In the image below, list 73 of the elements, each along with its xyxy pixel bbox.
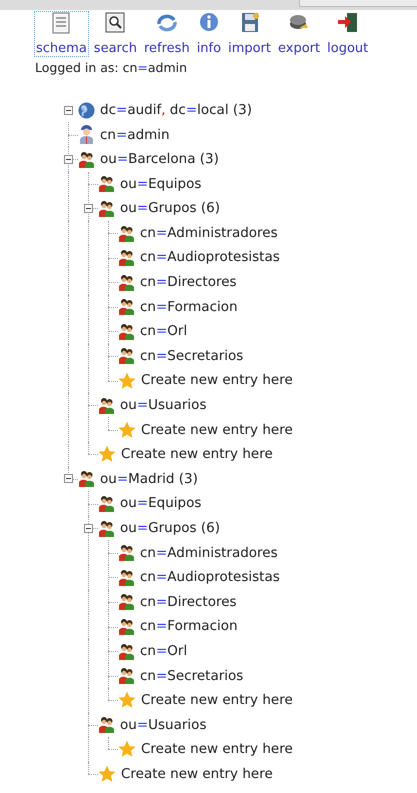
collapse-toggle[interactable] — [84, 524, 92, 533]
group-icon — [118, 593, 135, 610]
entry-label[interactable]: cn=Directores — [140, 592, 237, 612]
group-icon — [98, 175, 115, 192]
toolbar-link[interactable]: logout — [326, 12, 370, 56]
entry-label[interactable]: cn=admin — [100, 124, 170, 145]
entry-label[interactable]: ou=Grupos (6) — [120, 518, 220, 538]
group-icon — [78, 150, 95, 168]
group-icon — [98, 495, 115, 512]
create-entry-link[interactable]: Create new entry here — [141, 690, 293, 710]
group-icon — [118, 298, 135, 316]
create-entry-link[interactable]: Create new entry here — [121, 764, 273, 784]
collapse-toggle[interactable] — [84, 204, 92, 213]
entry-label[interactable]: ou=Equipos — [120, 493, 202, 514]
entry-label[interactable]: cn=Formacion — [140, 616, 238, 637]
login-status: Logged in as: cn=admin — [34, 59, 188, 77]
entry-label[interactable]: cn=Secretarios — [140, 666, 244, 686]
group-icon — [118, 667, 135, 684]
star-icon — [118, 372, 136, 390]
star-icon — [98, 445, 116, 464]
group-icon — [118, 322, 135, 340]
toolbar-link[interactable]: refresh — [142, 12, 191, 56]
group-icon — [98, 716, 115, 734]
refresh-icon — [154, 12, 179, 34]
group-icon — [118, 224, 135, 242]
group-icon — [98, 520, 115, 537]
entry-label[interactable]: cn=Audioprotesistas — [140, 567, 280, 588]
toolbar-link[interactable]: import — [227, 12, 272, 56]
create-entry-link[interactable]: Create new entry here — [141, 739, 293, 760]
toolbar-link[interactable]: info — [196, 12, 222, 56]
group-icon — [118, 568, 135, 586]
entry-label[interactable]: cn=Administradores — [140, 542, 278, 563]
create-entry-link[interactable]: Create new entry here — [141, 370, 293, 391]
star-icon — [98, 765, 116, 784]
entry-label[interactable]: ou=Grupos (6) — [120, 198, 220, 219]
horizontal-scrollbar[interactable] — [299, 0, 417, 7]
entry-label[interactable]: ou=Usuarios — [120, 395, 206, 416]
entry-label[interactable]: cn=Formacion — [140, 296, 238, 317]
group-icon — [118, 618, 135, 636]
entry-label[interactable]: ou=Barcelona (3) — [100, 149, 219, 170]
star-icon — [118, 420, 136, 439]
star-icon — [118, 691, 136, 710]
group-icon — [118, 544, 135, 562]
group-icon — [118, 274, 135, 291]
entry-label[interactable]: cn=Orl — [140, 321, 188, 342]
collapse-toggle[interactable] — [64, 474, 72, 484]
group-icon — [98, 200, 115, 217]
group-icon — [118, 347, 135, 364]
entry-label[interactable]: ou=Equipos — [120, 174, 202, 194]
group-icon — [78, 470, 95, 488]
toolbar-link[interactable]: schema — [35, 12, 88, 56]
star-icon — [118, 740, 136, 758]
create-entry-link[interactable]: Create new entry here — [141, 420, 293, 440]
entry-label[interactable]: ou=Usuarios — [120, 714, 206, 736]
entry-label[interactable]: ou=Madrid (3) — [100, 468, 198, 490]
exit-door-icon — [336, 12, 360, 34]
entry-label[interactable]: dc=audif, dc=local (3) — [100, 100, 252, 120]
person-icon — [78, 125, 95, 144]
collapse-toggle[interactable] — [64, 106, 72, 115]
toolbar-link[interactable]: export — [277, 12, 322, 56]
entry-label[interactable]: cn=Directores — [140, 272, 237, 292]
group-icon — [118, 642, 135, 660]
entry-label[interactable]: cn=Secretarios — [140, 346, 244, 366]
entry-label[interactable]: cn=Audioprotesistas — [140, 247, 280, 268]
globe-icon — [78, 102, 95, 119]
toolbar-link[interactable]: search — [92, 12, 138, 56]
create-entry-link[interactable]: Create new entry here — [121, 444, 273, 464]
collapse-toggle[interactable] — [64, 154, 72, 164]
entry-label[interactable]: cn=Administradores — [140, 222, 278, 244]
group-icon — [98, 396, 115, 414]
entry-label[interactable]: cn=Orl — [140, 640, 188, 662]
group-icon — [118, 249, 135, 266]
search-icon — [103, 12, 128, 34]
